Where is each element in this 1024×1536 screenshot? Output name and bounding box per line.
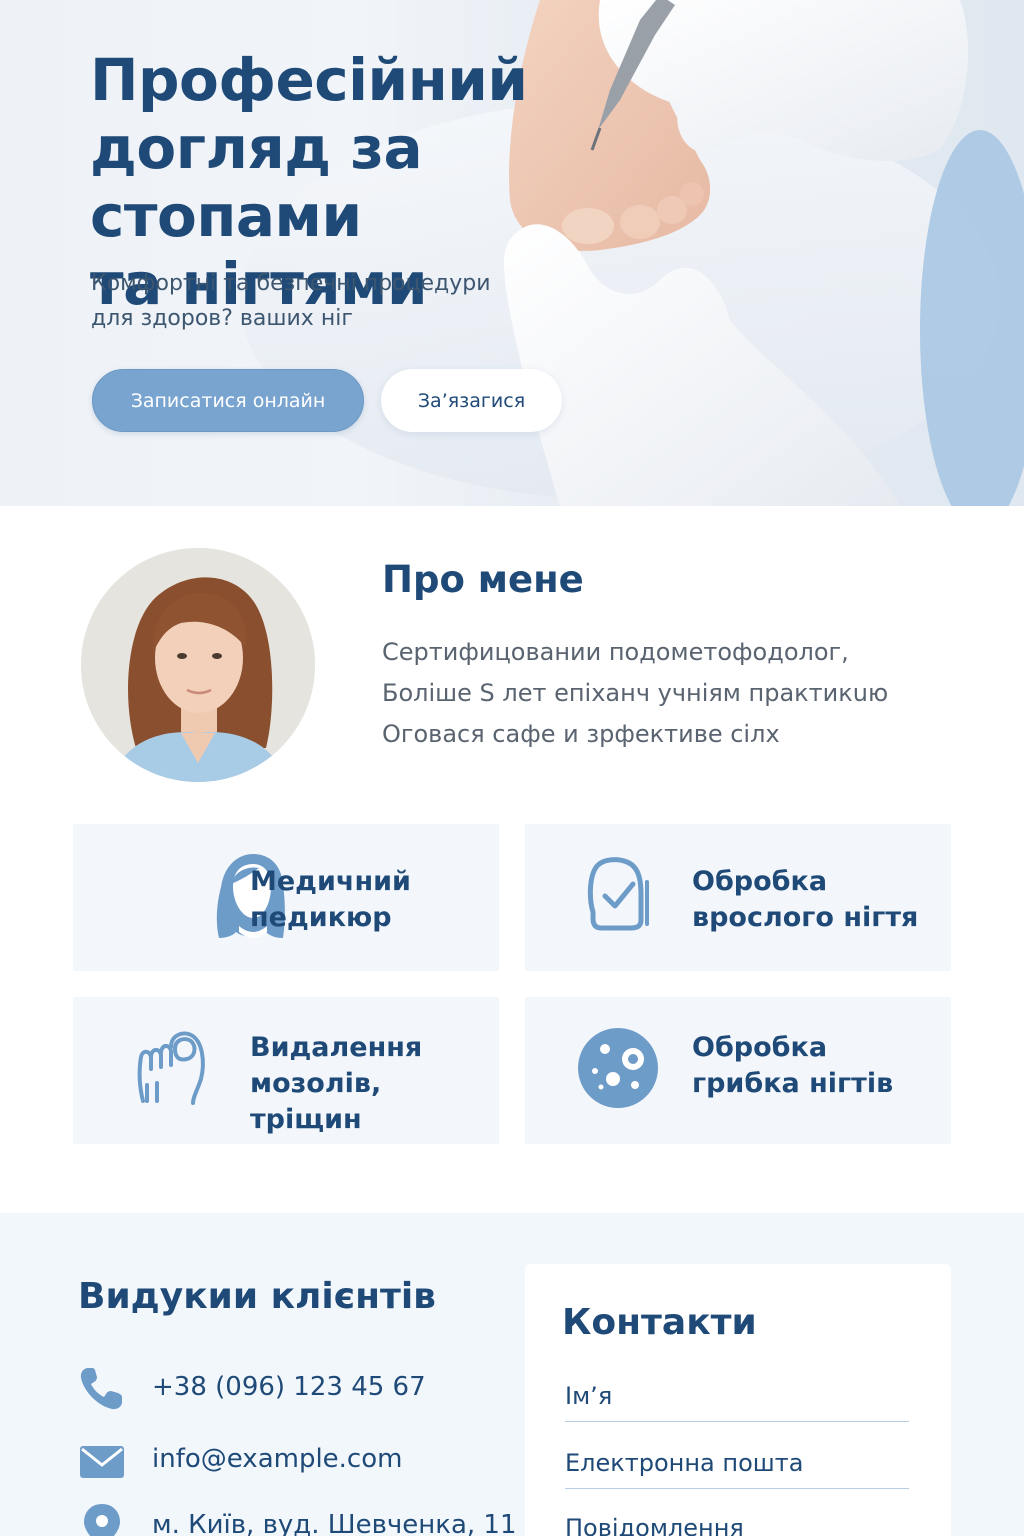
service-label-line: мозолів, тріщин (250, 1068, 382, 1135)
service-label: Обробка грибка нігтів (692, 1030, 893, 1102)
service-label-line: Обробка (692, 866, 828, 897)
location-pin-icon (84, 1504, 120, 1536)
about-line: Боліше S лет епіханч учніям практикuю (382, 679, 889, 707)
service-label-line: Обробка (692, 1032, 828, 1063)
book-online-button[interactable]: Записатися онлайн (92, 369, 364, 432)
service-label-line: Видалення (250, 1032, 423, 1063)
avatar (81, 548, 315, 782)
reviews-title: Видукии клієнтів (78, 1276, 436, 1317)
contact-title: Контакти (562, 1302, 757, 1343)
hero-subtitle-line: Комфортні та безпечні процедури (91, 271, 491, 296)
phone-text: +38 (096) 123 45 67 (152, 1372, 426, 1402)
email-text: info@example.com (152, 1444, 403, 1474)
hero-subtitle: Комфортні та безпечні процедури для здор… (91, 266, 551, 336)
address-text: м. Київ, вуд. Шевченка, 11 (152, 1510, 517, 1536)
mail-icon (80, 1446, 124, 1478)
service-label-line: педикюр (250, 902, 392, 933)
contact-form: Контакти (525, 1264, 951, 1536)
foot-icon (137, 1031, 205, 1105)
phone-icon (80, 1368, 122, 1410)
about-text: Сертифицовании подометофодолог, Боліше S… (382, 632, 982, 755)
fungus-icon (578, 1028, 658, 1108)
service-label: Видалення мозолів, тріщин (250, 1030, 499, 1138)
about-line: Сертифицовании подометофодолог, (382, 638, 849, 666)
address-line: м. Київ, вуд. Шевченка, 11 (78, 1502, 517, 1536)
service-card-fungus[interactable]: Обробка грибка нігтів (525, 997, 951, 1144)
email-line[interactable]: info@example.com (78, 1436, 478, 1484)
message-field[interactable] (565, 1502, 909, 1536)
service-label-line: Медичний (250, 866, 411, 897)
service-label: Обробка врослого нігтя (692, 864, 918, 936)
service-card-pedicure[interactable]: Медичний педикюр (73, 824, 499, 971)
service-card-calluses[interactable]: Видалення мозолів, тріщин (73, 997, 499, 1144)
name-field[interactable] (565, 1370, 909, 1422)
hero-subtitle-line: для здоров? ваших ніг (91, 306, 353, 331)
service-label: Медичний педикюр (250, 864, 411, 936)
hero-title-line: догляд за стопами (90, 114, 423, 250)
hero-section: Професійний догляд за стопами та нігтями… (0, 0, 1024, 506)
about-line: Оговася сафе и зрфективе сілх (382, 720, 780, 748)
email-field[interactable] (565, 1437, 909, 1489)
service-label-line: врослого нігтя (692, 902, 919, 933)
phone-line[interactable]: +38 (096) 123 45 67 (78, 1364, 478, 1412)
nail-check-icon (587, 857, 649, 931)
hero-title-line: Професійний (90, 46, 528, 114)
specialist-portrait (81, 548, 315, 782)
service-card-ingrown-nail[interactable]: Обробка врослого нігтя (525, 824, 951, 971)
service-label-line: грибка нігтів (692, 1068, 894, 1099)
about-title: Про мене (382, 558, 584, 601)
contact-button[interactable]: За’язагися (381, 369, 562, 432)
